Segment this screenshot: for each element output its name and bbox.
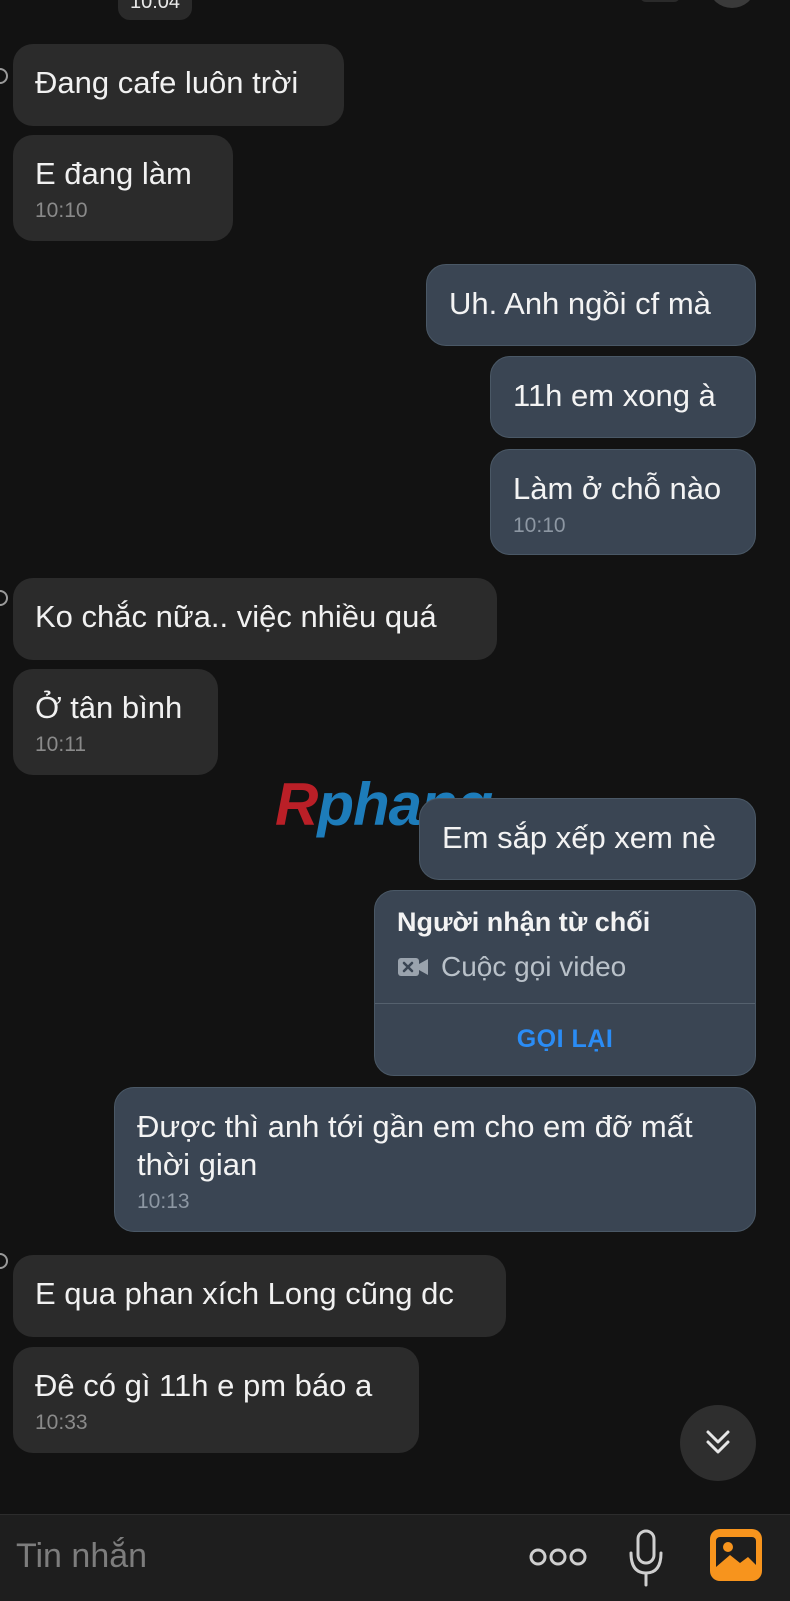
message-text: Đang cafe luôn trời — [35, 65, 299, 100]
message-bubble-outgoing[interactable]: Được thì anh tới gần em cho em đỡ mất th… — [114, 1087, 756, 1232]
message-text: 11h em xong à — [513, 378, 716, 413]
top-partial-control — [640, 0, 680, 2]
message-text: Ko chắc nữa.. việc nhiều quá — [35, 599, 437, 634]
message-timestamp: 10:10 — [35, 199, 88, 222]
message-composer — [0, 1514, 790, 1601]
message-bubble-outgoing[interactable]: Uh. Anh ngồi cf mà — [426, 264, 756, 346]
message-timestamp: 10:10 — [513, 514, 566, 537]
more-dots-icon[interactable] — [528, 1545, 588, 1569]
message-timestamp: 10:33 — [35, 1411, 88, 1434]
message-bubble-outgoing[interactable]: Làm ở chỗ nào 10:10 — [490, 449, 756, 555]
top-partial-button[interactable] — [710, 0, 754, 8]
call-type-label: Cuộc gọi video — [441, 951, 627, 982]
time-separator-pill: 10:04 — [118, 0, 193, 20]
message-text: Được thì anh tới gần em cho em đỡ mất th… — [137, 1109, 693, 1182]
call-type-row: Cuộc gọi video — [397, 951, 626, 983]
message-bubble-incoming[interactable]: Ở tân bình 10:11 — [13, 669, 218, 775]
avatar-edge-marker — [0, 590, 8, 606]
message-bubble-incoming[interactable]: Đê có gì 11h e pm báo a 10:33 — [13, 1347, 419, 1453]
message-text: E đang làm — [35, 156, 192, 191]
avatar-edge-marker — [0, 1253, 8, 1269]
avatar-edge-marker — [0, 68, 8, 84]
message-timestamp: 10:13 — [137, 1190, 190, 1213]
image-gallery-icon[interactable] — [708, 1527, 764, 1583]
message-text: Ở tân bình — [35, 690, 183, 725]
message-text: E qua phan xích Long cũng dc — [35, 1276, 454, 1311]
double-chevron-down-icon — [706, 1430, 730, 1454]
message-bubble-incoming[interactable]: E đang làm 10:10 — [13, 135, 233, 241]
message-timestamp: 10:11 — [35, 733, 86, 756]
message-text: Uh. Anh ngồi cf mà — [449, 286, 711, 321]
message-text: Đê có gì 11h e pm báo a — [35, 1368, 373, 1403]
call-status-title: Người nhận từ chối — [397, 907, 651, 937]
call-back-button[interactable]: GỌI LẠI — [375, 1003, 755, 1075]
scroll-to-bottom-button[interactable] — [680, 1405, 756, 1481]
message-input[interactable] — [14, 1533, 498, 1579]
message-bubble-outgoing[interactable]: 11h em xong à — [490, 356, 756, 438]
message-bubble-outgoing[interactable]: Em sắp xếp xem nè — [419, 798, 756, 880]
message-bubble-incoming[interactable]: Đang cafe luôn trời — [13, 44, 344, 126]
message-text: Em sắp xếp xem nè — [442, 820, 716, 855]
microphone-icon[interactable] — [626, 1527, 666, 1589]
message-bubble-incoming[interactable]: Ko chắc nữa.. việc nhiều quá — [13, 578, 497, 660]
message-bubble-incoming[interactable]: E qua phan xích Long cũng dc — [13, 1255, 506, 1337]
missed-video-call-card: Người nhận từ chối Cuộc gọi video GỌI LẠ… — [374, 890, 756, 1076]
message-text: Làm ở chỗ nào — [513, 471, 722, 506]
video-camera-off-icon — [398, 958, 428, 976]
